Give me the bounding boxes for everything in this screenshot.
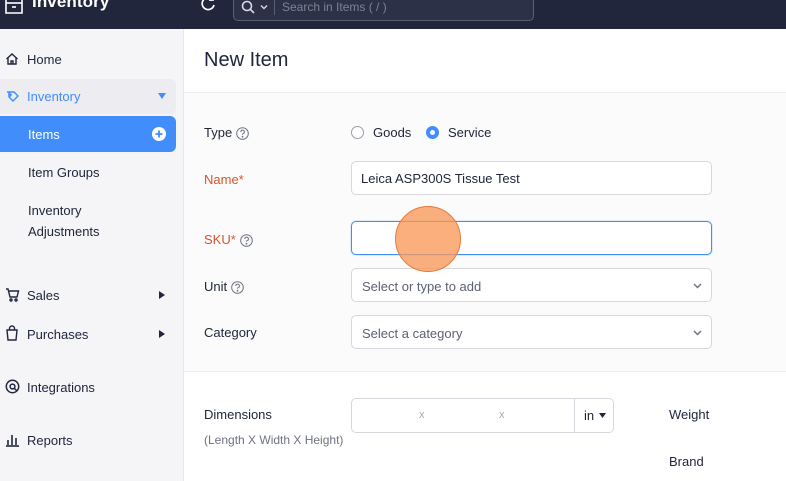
dimension-unit-select[interactable]: in <box>574 399 614 432</box>
sidebar-item-inventory[interactable]: Inventory <box>0 79 176 114</box>
chevron-down-icon[interactable] <box>259 2 269 12</box>
sidebar-item-label: Integrations <box>27 380 95 395</box>
sidebar-item-integrations[interactable]: Integrations <box>0 374 176 400</box>
category-select[interactable]: Select a category <box>351 315 712 349</box>
caret-right-icon <box>159 291 165 299</box>
radio-label-goods: Goods <box>373 125 412 140</box>
dimensions-sublabel: (Length X Width X Height) <box>204 433 344 447</box>
dimensions-label: Dimensions <box>204 407 272 422</box>
sidebar-item-label: Inventory <box>28 203 82 218</box>
unit-label-text: Unit <box>204 279 228 294</box>
type-label-text: Type <box>204 125 233 140</box>
click-indicator <box>395 206 461 272</box>
help-icon[interactable] <box>236 127 249 140</box>
category-select-placeholder: Select a category <box>362 326 463 341</box>
dimension-separator: x <box>499 409 505 421</box>
sidebar-item-home[interactable]: Home <box>0 45 176 73</box>
unit-label: Unit <box>204 279 244 294</box>
type-label: Type <box>204 125 249 140</box>
dimension-unit-value: in <box>584 408 595 423</box>
help-icon[interactable] <box>239 234 253 247</box>
brand-label: Brand <box>669 454 704 469</box>
shopping-bag-icon <box>6 325 18 341</box>
sidebar-item-label: Purchases <box>27 327 89 342</box>
caret-right-icon <box>159 330 165 338</box>
chevron-down-icon <box>693 330 702 336</box>
dimensions-input[interactable]: x x in <box>351 398 614 433</box>
unit-select-placeholder: Select or type to add <box>362 279 482 294</box>
sidebar-item-purchases[interactable]: Purchases <box>0 321 176 347</box>
radio-button-goods[interactable] <box>351 126 364 139</box>
unit-select[interactable]: Select or type to add <box>351 268 712 302</box>
caret-down-icon <box>158 93 166 99</box>
search-icon <box>241 0 255 14</box>
sidebar-item-sales[interactable]: Sales <box>0 282 176 308</box>
search-box[interactable] <box>233 0 534 21</box>
search-separator <box>274 0 275 15</box>
radio-button-service[interactable] <box>426 126 439 139</box>
name-input[interactable] <box>351 161 712 195</box>
help-icon[interactable] <box>231 281 244 294</box>
chevron-down-icon <box>693 283 702 289</box>
inventory-tag-icon <box>7 91 19 102</box>
sidebar-item-reports[interactable]: Reports <box>0 427 176 453</box>
bar-chart-icon <box>6 435 19 447</box>
inventory-box-icon <box>5 0 23 14</box>
home-icon <box>6 53 18 65</box>
radio-label-service: Service <box>448 125 492 140</box>
app-title: Inventory <box>32 0 110 11</box>
sidebar-item-label: Inventory <box>27 89 81 104</box>
refresh-icon[interactable] <box>199 0 217 13</box>
sidebar-item-inventory-adjustments[interactable]: Inventory Adjustments <box>0 199 176 243</box>
category-label: Category <box>204 325 257 340</box>
search-input[interactable] <box>282 0 522 16</box>
main-content: New Item Type Goods Service Name* SKU* U… <box>184 29 786 481</box>
sidebar-item-label: Item Groups <box>28 165 100 180</box>
integrations-icon <box>5 379 20 394</box>
type-radio-goods[interactable]: Goods <box>351 125 411 140</box>
sku-label-text: SKU* <box>204 232 236 247</box>
sidebar-item-label: Reports <box>27 433 73 448</box>
sidebar-item-items[interactable]: Items <box>0 116 176 152</box>
sidebar-item-label: Sales <box>27 288 60 303</box>
dimension-separator: x <box>419 409 425 421</box>
name-label: Name* <box>204 172 244 187</box>
top-bar: Inventory <box>0 0 786 29</box>
caret-down-icon <box>599 413 606 418</box>
sidebar-item-label: Items <box>28 127 60 142</box>
cart-icon <box>6 288 20 302</box>
sidebar-item-item-groups[interactable]: Item Groups <box>0 159 176 185</box>
sidebar-item-label: Adjustments <box>28 224 100 239</box>
type-radio-service[interactable]: Service <box>426 125 491 140</box>
page-title: New Item <box>204 49 289 71</box>
weight-label: Weight <box>669 407 710 422</box>
sku-label: SKU* <box>204 232 253 247</box>
sidebar: Home Inventory Items Item Groups Invento… <box>0 29 184 481</box>
add-circle-icon[interactable] <box>152 127 166 141</box>
sidebar-item-label: Home <box>27 52 62 67</box>
